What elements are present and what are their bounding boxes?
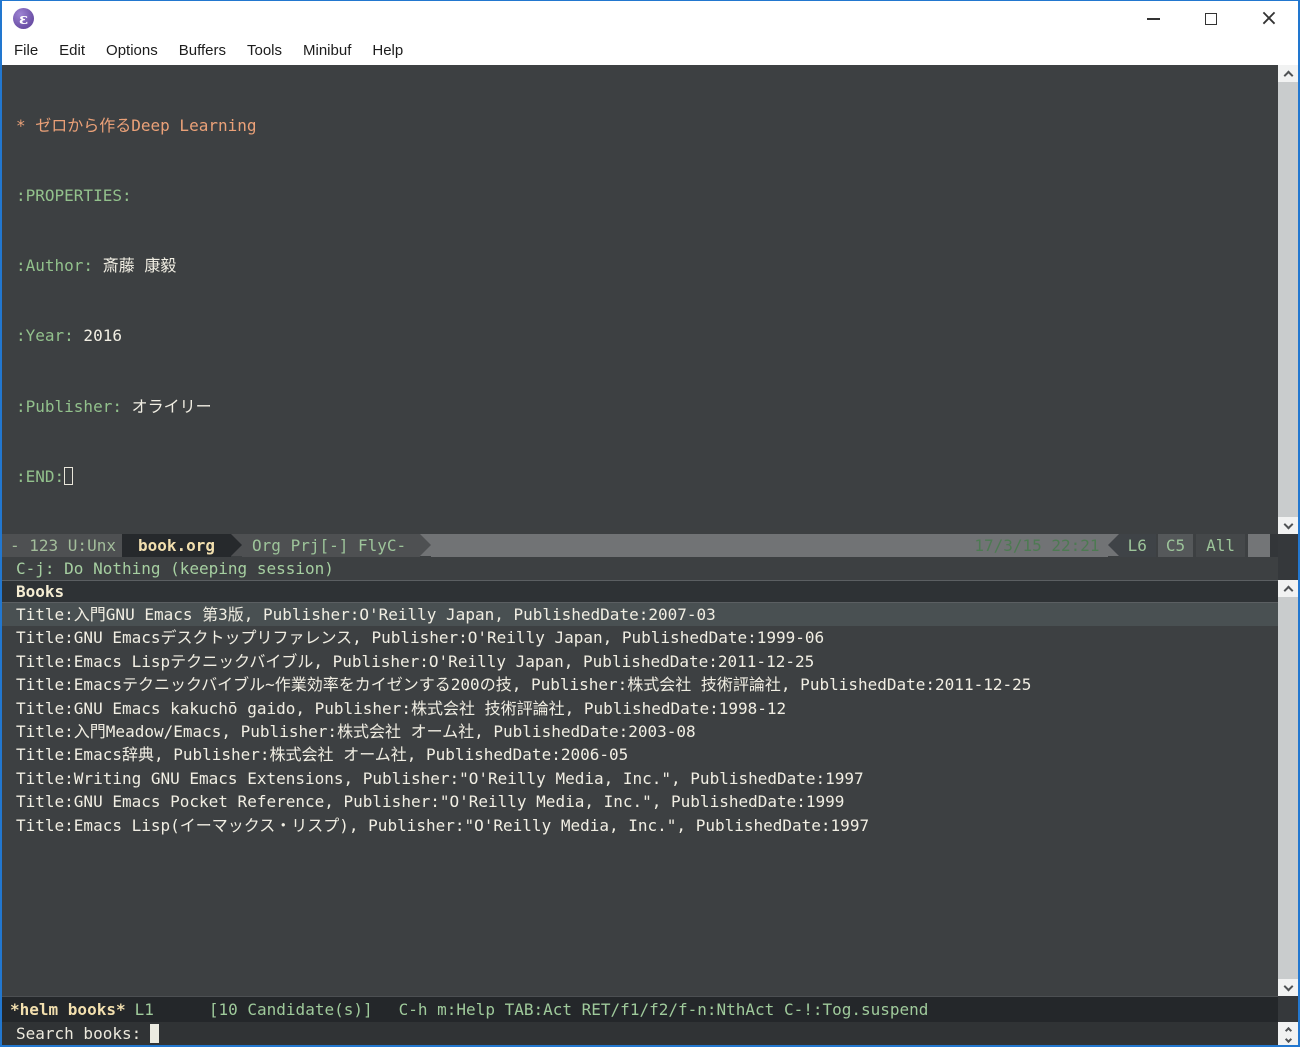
inactive-cursor bbox=[64, 466, 74, 485]
powerline-arrow-left-icon bbox=[1107, 534, 1119, 556]
helm-candidate[interactable]: Title:GNU Emacsデスクトップリファレンス, Publisher:O… bbox=[2, 626, 1278, 649]
org-properties-line: :PROPERTIES: bbox=[16, 186, 132, 206]
modeline-datetime: 17/3/15 22:21 bbox=[431, 534, 1108, 557]
scrollbar-thumb[interactable] bbox=[1278, 597, 1298, 979]
helm-source-header: Books bbox=[2, 580, 1278, 603]
scroll-up-button[interactable] bbox=[1278, 580, 1298, 597]
minibuffer-prompt: Search books: bbox=[16, 1024, 142, 1043]
helm-buffer[interactable]: C-j: Do Nothing (keeping session) Books … bbox=[2, 557, 1278, 996]
modeline-helm: *helm books* L1 [10 Candidate(s)] C-h m:… bbox=[2, 996, 1278, 1022]
maximize-icon bbox=[1205, 12, 1217, 25]
scrollbar-minibuffer[interactable] bbox=[1278, 1022, 1298, 1045]
menu-buffers[interactable]: Buffers bbox=[179, 42, 226, 59]
menu-options[interactable]: Options bbox=[106, 42, 158, 59]
helm-buffer-name: *helm books* bbox=[10, 1000, 126, 1019]
emacs-icon: ε bbox=[13, 8, 34, 29]
helm-candidate[interactable]: Title:Emacs Lispテクニックバイブル, Publisher:O'R… bbox=[2, 650, 1278, 673]
scroll-down-button[interactable] bbox=[1278, 979, 1298, 996]
modeline-book-org: - 123 U:Unx book.org Org Prj[-] FlyC- 17… bbox=[2, 534, 1278, 557]
org-heading-line: * ゼロから作るDeep Learning bbox=[16, 115, 257, 135]
minimize-icon bbox=[1146, 17, 1160, 20]
scrollbar-column bbox=[1278, 65, 1298, 1045]
scroll-down-button[interactable] bbox=[1278, 517, 1298, 534]
helm-candidate[interactable]: Title:Emacsテクニックバイブル~作業効率をカイゼンする200の技, P… bbox=[2, 673, 1278, 696]
menu-edit[interactable]: Edit bbox=[59, 42, 85, 59]
maximize-button[interactable] bbox=[1182, 1, 1240, 36]
buffer-text: * ゼロから作るDeep Learning :PROPERTIES: :Auth… bbox=[16, 67, 558, 605]
org-end-line: :END: bbox=[16, 465, 558, 488]
helm-candidate[interactable]: Title:入門Meadow/Emacs, Publisher:株式会社 オーム… bbox=[2, 720, 1278, 743]
helm-keybinding-help: C-h m:Help TAB:Act RET/f1/f2/f-n:NthAct … bbox=[398, 1000, 929, 1019]
chevron-down-icon bbox=[1283, 519, 1293, 530]
helm-header-line: C-j: Do Nothing (keeping session) bbox=[16, 559, 334, 578]
chevron-down-icon bbox=[1284, 1035, 1292, 1043]
close-icon: × bbox=[1259, 5, 1279, 31]
scroll-up-button[interactable] bbox=[1278, 1022, 1298, 1034]
helm-candidate-selected[interactable]: Title:入門GNU Emacs 第3版, Publisher:O'Reill… bbox=[2, 603, 1278, 627]
menu-bar: File Edit Options Buffers Tools Minibuf … bbox=[2, 36, 1298, 65]
org-year-line: :Year: 2016 bbox=[16, 326, 122, 346]
helm-line-number: L1 bbox=[134, 1000, 154, 1019]
modeline-status: - 123 U:Unx bbox=[2, 534, 122, 557]
powerline-arrow-icon bbox=[231, 534, 243, 556]
scrollbar-thumb[interactable] bbox=[1278, 82, 1298, 517]
helm-candidate-count: [10 Candidate(s)] bbox=[208, 1000, 373, 1019]
scroll-up-button[interactable] bbox=[1278, 65, 1298, 82]
minibuffer-input[interactable]: Search books: bbox=[2, 1022, 1278, 1045]
org-publisher-line: :Publisher: オライリー bbox=[16, 396, 212, 416]
modeline-minor-modes[interactable]: Org Prj[-] FlyC- bbox=[242, 534, 421, 557]
scroll-down-button[interactable] bbox=[1278, 1034, 1298, 1045]
scrollbar-helm[interactable] bbox=[1278, 580, 1298, 996]
menu-file[interactable]: File bbox=[14, 42, 38, 59]
powerline-arrow-icon bbox=[420, 534, 432, 556]
org-author-line: :Author: 斎藤 康毅 bbox=[16, 256, 177, 276]
minimize-button[interactable] bbox=[1124, 1, 1182, 36]
helm-candidate[interactable]: Title:Writing GNU Emacs Extensions, Publ… bbox=[2, 767, 1278, 790]
modeline-buffer-position: All bbox=[1196, 534, 1245, 557]
scrollbar-editor[interactable] bbox=[1278, 65, 1298, 534]
modeline-end-block bbox=[1248, 534, 1270, 557]
helm-candidate[interactable]: Title:GNU Emacs Pocket Reference, Publis… bbox=[2, 790, 1278, 813]
menu-minibuf[interactable]: Minibuf bbox=[303, 42, 351, 59]
helm-candidate[interactable]: Title:Emacs辞典, Publisher:株式会社 オーム社, Publ… bbox=[2, 743, 1278, 766]
menu-tools[interactable]: Tools bbox=[247, 42, 282, 59]
chevron-up-icon bbox=[1283, 585, 1293, 596]
helm-candidate[interactable]: Title:GNU Emacs kakuchō gaido, Publisher… bbox=[2, 697, 1278, 720]
chevron-up-icon bbox=[1283, 70, 1293, 81]
chevron-down-icon bbox=[1283, 981, 1293, 992]
editor-buffer-book-org[interactable]: * ゼロから作るDeep Learning :PROPERTIES: :Auth… bbox=[2, 65, 1278, 556]
chevron-up-icon bbox=[1284, 1026, 1292, 1034]
modeline-line-number: L6 bbox=[1118, 534, 1156, 557]
modeline-end-strip bbox=[1270, 534, 1278, 557]
helm-candidate[interactable]: Title:Emacs Lisp(イーマックス・リスプ), Publisher:… bbox=[2, 814, 1278, 837]
modeline-column-number: C5 bbox=[1157, 534, 1194, 557]
menu-help[interactable]: Help bbox=[372, 42, 403, 59]
emacs-window: ε × File Edit Options Buffers Tools Mini… bbox=[0, 0, 1300, 1047]
helm-candidate-list: Title:入門GNU Emacs 第3版, Publisher:O'Reill… bbox=[2, 603, 1278, 837]
modeline-buffer-name[interactable]: book.org bbox=[121, 534, 232, 557]
title-bar: ε × bbox=[2, 1, 1298, 36]
active-cursor bbox=[150, 1024, 160, 1043]
close-button[interactable]: × bbox=[1240, 1, 1298, 36]
window-controls: × bbox=[1124, 1, 1298, 36]
